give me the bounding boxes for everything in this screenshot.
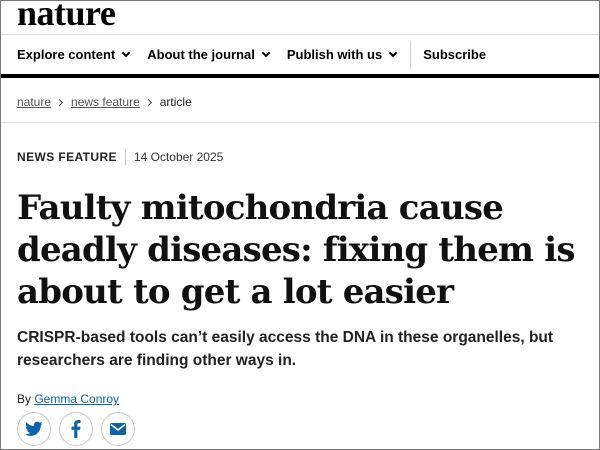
article-title: Faulty mitochondria cause deadly disease… (17, 188, 576, 312)
article-type: NEWS FEATURE (17, 150, 117, 164)
nature-logo[interactable]: nature (17, 1, 116, 33)
nav-about-journal[interactable]: About the journal (129, 35, 271, 74)
share-email-button[interactable] (101, 412, 135, 446)
byline: By Gemma Conroy (17, 392, 119, 406)
article-meta: NEWS FEATURE 14 October 2025 (17, 149, 223, 165)
article-standfirst: CRISPR-based tools can’t easily access t… (17, 329, 554, 369)
article-date: 14 October 2025 (133, 150, 224, 164)
main-nav: Explore content About the journal Publis… (1, 34, 599, 78)
breadcrumb-nature[interactable]: nature (17, 95, 51, 109)
nav-publish-label: Publish with us (286, 47, 383, 62)
chevron-right-icon (144, 98, 152, 106)
chevron-down-icon (388, 48, 398, 57)
nav-explore-content[interactable]: Explore content (1, 35, 131, 74)
email-icon (110, 423, 126, 435)
chevron-right-icon (55, 98, 64, 106)
author-link[interactable]: Gemma Conroy (34, 392, 119, 406)
breadcrumb-article: article (159, 95, 192, 109)
breadcrumb: nature news feature article (17, 95, 192, 109)
nav-explore-label: Explore content (17, 47, 116, 62)
byline-prefix: By (17, 392, 35, 406)
meta-divider (124, 149, 126, 165)
nav-publish-with-us[interactable]: Publish with us (269, 35, 398, 74)
share-twitter-button[interactable] (17, 412, 51, 446)
header-divider (1, 122, 599, 123)
subscribe-link[interactable]: Subscribe (411, 35, 486, 74)
facebook-icon (71, 420, 81, 438)
breadcrumb-news-feature[interactable]: news feature (71, 95, 140, 109)
nav-about-label: About the journal (147, 47, 255, 62)
subscribe-label: Subscribe (423, 47, 487, 62)
share-buttons (17, 412, 135, 446)
twitter-icon (25, 421, 43, 436)
page: nature Explore content About the journal… (0, 0, 600, 450)
share-facebook-button[interactable] (59, 412, 93, 446)
